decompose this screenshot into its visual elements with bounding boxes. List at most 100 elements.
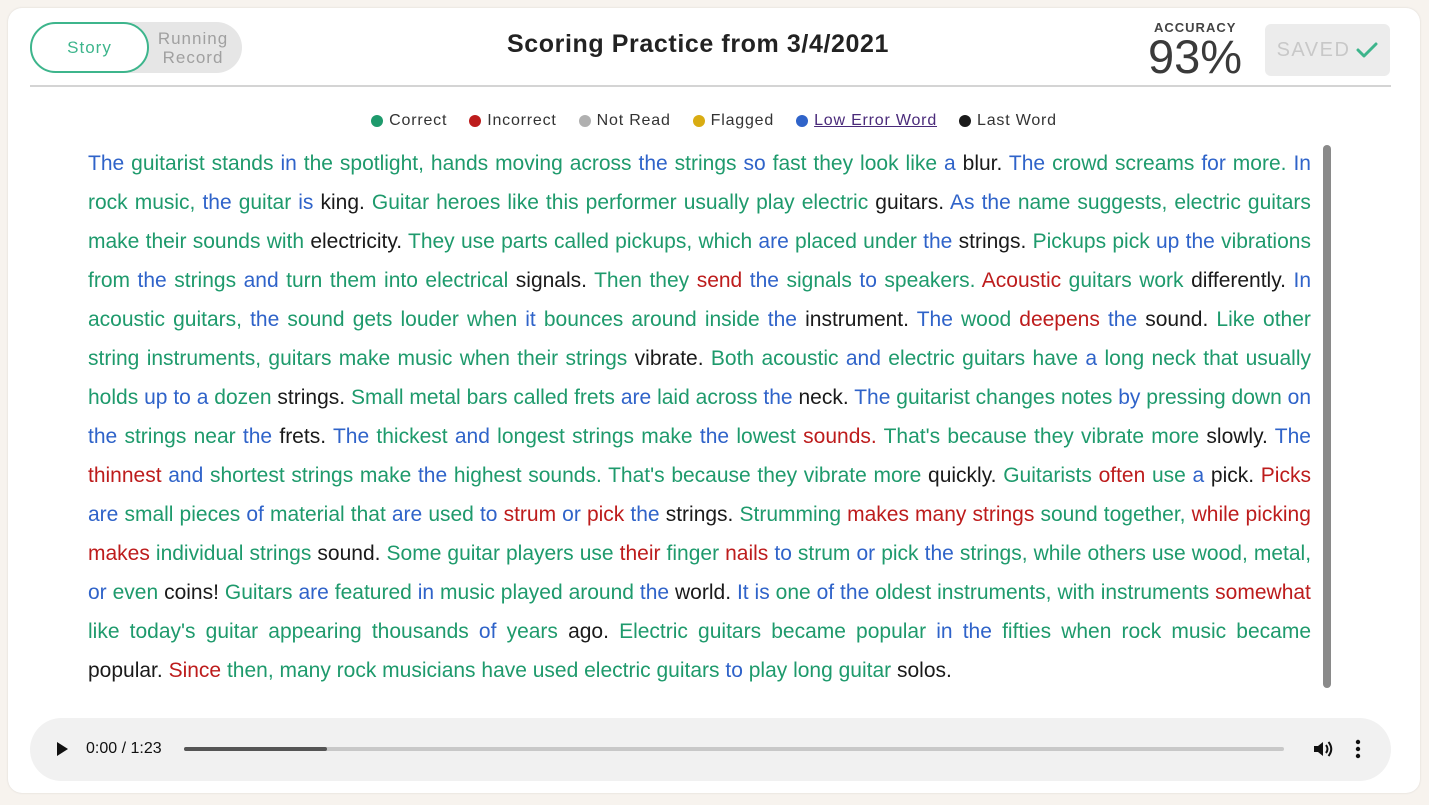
story-word-group[interactable]: Strumming [739, 503, 841, 526]
play-icon[interactable] [54, 740, 70, 758]
story-word-group[interactable]: are [88, 503, 118, 526]
story-word-group[interactable]: the [639, 152, 668, 175]
story-word-group[interactable]: laid across [657, 386, 757, 409]
story-word-group[interactable]: The [1009, 152, 1045, 175]
story-word-group[interactable]: to [859, 269, 877, 292]
story-word-group[interactable]: of the [817, 581, 870, 604]
story-word-group[interactable]: strings [675, 152, 737, 175]
story-word-group[interactable]: somewhat [1215, 581, 1311, 604]
story-tab[interactable]: Story [30, 22, 149, 73]
story-word-group[interactable]: sound together, [1040, 503, 1185, 526]
volume-icon[interactable] [1312, 739, 1334, 759]
story-word-group[interactable]: and [244, 269, 279, 292]
story-word-group[interactable]: send [697, 269, 743, 292]
story-word-group[interactable]: ago. [568, 620, 609, 643]
story-word-group[interactable]: sound gets louder when [287, 308, 517, 331]
story-word-group[interactable]: In [1294, 269, 1311, 292]
story-word-group[interactable]: Electric guitars became popular [619, 620, 926, 643]
story-word-group[interactable]: the [250, 308, 279, 331]
story-word-group[interactable]: strings, while others use wood, metal, [960, 542, 1311, 565]
story-word-group[interactable]: a [1085, 347, 1097, 370]
story-word-group[interactable]: The [854, 386, 890, 409]
story-word-group[interactable]: individual strings [156, 542, 311, 565]
running-record-tab[interactable]: Running Record [148, 22, 238, 73]
story-word-group[interactable]: blur. [963, 152, 1003, 175]
story-word-group[interactable]: slowly. [1206, 425, 1267, 448]
story-word-group[interactable]: thickest [376, 425, 447, 448]
story-word-group[interactable]: thinnest [88, 464, 162, 487]
story-word-group[interactable]: Small metal bars called frets [351, 386, 615, 409]
story-word-group[interactable]: or [562, 503, 581, 526]
story-word-group[interactable]: guitars work [1069, 269, 1184, 292]
story-word-group[interactable]: They use parts called pickups, which [408, 230, 752, 253]
story-word-group[interactable]: vibrate. [635, 347, 704, 370]
story-word-group[interactable]: guitarist changes notes [896, 386, 1112, 409]
story-word-group[interactable]: frets. [279, 425, 326, 448]
story-word-group[interactable]: one [776, 581, 811, 604]
story-word-group[interactable]: the [630, 503, 659, 526]
story-word-group[interactable]: signals [786, 269, 851, 292]
story-word-group[interactable]: music played around [440, 581, 634, 604]
story-word-group[interactable]: coins! [164, 581, 219, 604]
story-word-group[interactable]: strings. [277, 386, 345, 409]
story-word-group[interactable]: to [480, 503, 498, 526]
story-word-group[interactable]: shortest strings make [210, 464, 411, 487]
story-word-group[interactable]: then, many rock musicians have used elec… [227, 659, 720, 682]
story-word-group[interactable]: even [113, 581, 159, 604]
story-word-group[interactable]: Since [169, 659, 222, 682]
story-word-group[interactable]: oldest instruments, with instruments [875, 581, 1209, 604]
story-word-group[interactable]: guitar [239, 191, 292, 214]
story-word-group[interactable]: strum [504, 503, 557, 526]
legend-label[interactable]: Low Error Word [814, 112, 937, 130]
story-word-group[interactable]: up to a [144, 386, 208, 409]
story-word-group[interactable]: material that [270, 503, 386, 526]
story-word-group[interactable]: king. [320, 191, 364, 214]
story-word-group[interactable]: makes many strings [847, 503, 1034, 526]
story-word-group[interactable]: the [925, 542, 954, 565]
story-word-group[interactable]: longest strings make [497, 425, 692, 448]
story-word-group[interactable]: the [750, 269, 779, 292]
story-word-group[interactable]: in [280, 152, 296, 175]
story-word-group[interactable]: Both acoustic [711, 347, 839, 370]
story-word-group[interactable]: for [1201, 152, 1226, 175]
story-word-group[interactable]: guitarist stands [131, 152, 273, 175]
story-word-group[interactable]: solos. [897, 659, 952, 682]
audio-progress-track[interactable] [184, 747, 1284, 751]
story-word-group[interactable]: their [620, 542, 661, 565]
story-word-group[interactable]: a [1193, 464, 1205, 487]
story-word-group[interactable]: in [418, 581, 434, 604]
story-word-group[interactable]: strings. [959, 230, 1027, 253]
story-word-group[interactable]: The [917, 308, 953, 331]
story-word-group[interactable]: signals. [516, 269, 587, 292]
story-word-group[interactable]: the [763, 386, 792, 409]
story-word-group[interactable]: the [700, 425, 729, 448]
story-word-group[interactable]: often [1099, 464, 1146, 487]
story-word-group[interactable]: As the [950, 191, 1011, 214]
story-word-group[interactable]: placed under [795, 230, 917, 253]
story-word-group[interactable]: of [479, 620, 497, 643]
story-word-group[interactable]: or [88, 581, 107, 604]
story-word-group[interactable]: more. [1233, 152, 1287, 175]
story-word-group[interactable]: speakers. [884, 269, 975, 292]
story-word-group[interactable]: strum [798, 542, 851, 565]
story-word-group[interactable]: Pickups pick [1033, 230, 1150, 253]
story-word-group[interactable]: fifties when rock music became [1002, 620, 1311, 643]
story-word-group[interactable]: by [1118, 386, 1140, 409]
story-word-group[interactable]: guitars. [875, 191, 944, 214]
story-word-group[interactable]: years [507, 620, 558, 643]
story-word-group[interactable]: the [202, 191, 231, 214]
story-word-group[interactable]: small pieces [124, 503, 240, 526]
story-word-group[interactable]: up the [1156, 230, 1215, 253]
story-word-group[interactable]: like today's guitar appearing thousands [88, 620, 469, 643]
story-word-group[interactable]: In [1293, 152, 1311, 175]
story-word-group[interactable]: are [621, 386, 651, 409]
story-word-group[interactable]: wood [961, 308, 1011, 331]
story-word-group[interactable]: The [88, 152, 124, 175]
story-word-group[interactable]: and [455, 425, 490, 448]
legend-item[interactable]: Low Error Word [796, 112, 937, 130]
saved-button[interactable]: SAVED [1265, 24, 1390, 76]
story-word-group[interactable]: and [846, 347, 881, 370]
story-word-group[interactable]: strings. [666, 503, 734, 526]
story-word-group[interactable]: the [640, 581, 669, 604]
story-word-group[interactable]: fast they look like [773, 152, 937, 175]
